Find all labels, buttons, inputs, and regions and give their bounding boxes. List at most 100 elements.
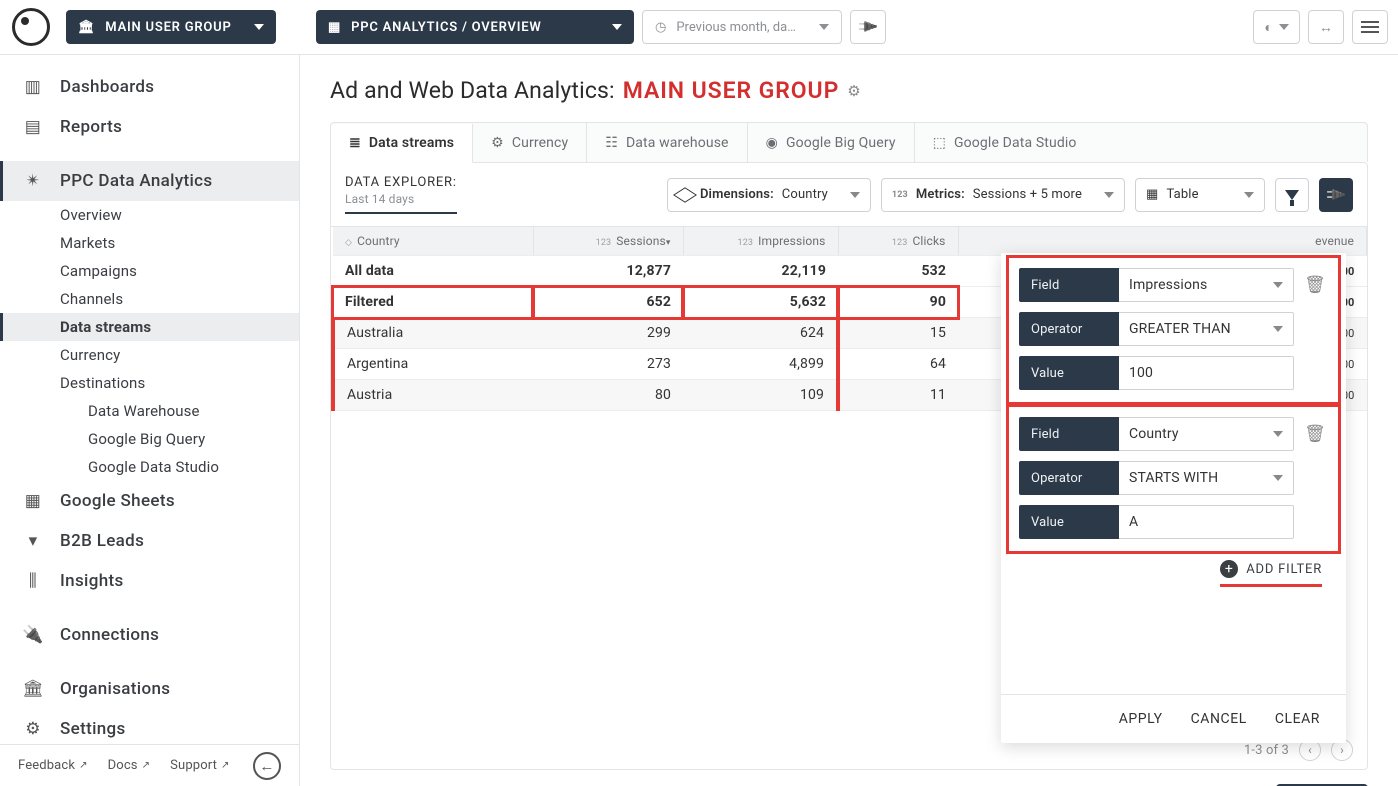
- metrics-label: Metrics:: [916, 187, 965, 202]
- bigquery-icon: ◉: [766, 135, 778, 151]
- sidebar-item-channels[interactable]: Channels: [0, 285, 299, 313]
- cell-country: Austria: [333, 380, 533, 411]
- clear-button[interactable]: CLEAR: [1275, 711, 1320, 727]
- share-button[interactable]: ↔: [1308, 10, 1344, 44]
- chart-icon: ⫼: [24, 571, 42, 591]
- collapse-sidebar-button[interactable]: ←: [253, 752, 281, 780]
- tab-currency[interactable]: ⚙ Currency: [473, 123, 587, 162]
- sidebar-item-bq[interactable]: Google Big Query: [0, 425, 299, 453]
- tab-data-studio[interactable]: ⬚ Google Data Studio: [915, 123, 1095, 162]
- tab-data-warehouse[interactable]: ☷ Data warehouse: [587, 123, 747, 162]
- page-title: Ad and Web Data Analytics: MAIN USER GRO…: [330, 77, 1368, 104]
- plug-icon: 🔌: [856, 15, 880, 39]
- filter-value-input[interactable]: A: [1119, 505, 1294, 539]
- sidebar-item-sheets[interactable]: ▦ Google Sheets: [0, 481, 299, 521]
- sidebar-footer: Feedback ↗ Docs ↗ Support ↗ ←: [0, 744, 299, 786]
- sidebar-item-dw[interactable]: Data Warehouse: [0, 397, 299, 425]
- cell-country: Filtered: [333, 287, 533, 318]
- col-country[interactable]: ◇Country: [333, 227, 533, 256]
- sidebar-label: Reports: [60, 117, 122, 137]
- filter-field-select[interactable]: Country: [1119, 417, 1294, 451]
- chevron-down-icon: [1273, 475, 1283, 481]
- funnel-icon: [1285, 190, 1299, 200]
- gear-icon[interactable]: ⚙: [847, 82, 861, 100]
- filter-button[interactable]: [1275, 178, 1309, 212]
- sidebar-item-markets[interactable]: Markets: [0, 229, 299, 257]
- plus-icon: +: [1220, 560, 1238, 578]
- report-icon: ▤: [24, 117, 42, 137]
- sidebar-item-connections[interactable]: 🔌 Connections: [0, 615, 299, 655]
- filter-popover: Field Impressions 🗑 Operator GREATER THA…: [1001, 253, 1346, 743]
- page-title-group: MAIN USER GROUP: [623, 77, 840, 104]
- sidebar-item-organisations[interactable]: 🏛 Organisations: [0, 669, 299, 709]
- filter-value-label: Value: [1019, 356, 1119, 390]
- cell-impressions: 109: [683, 380, 838, 411]
- sidebar-item-dashboards[interactable]: ▥ Dashboards: [0, 67, 299, 107]
- tab-data-streams[interactable]: ≣ Data streams: [331, 124, 473, 163]
- datastudio-icon: ⬚: [933, 135, 946, 151]
- chevron-down-icon: [850, 192, 860, 198]
- view-label: Table: [1166, 187, 1198, 202]
- chevron-down-icon: [1279, 24, 1289, 30]
- sidebar-item-b2b[interactable]: ▾ B2B Leads: [0, 521, 299, 561]
- sidebar-item-currency[interactable]: Currency: [0, 341, 299, 369]
- cell-sessions: 652: [533, 287, 683, 318]
- delete-filter-button[interactable]: 🗑: [1302, 421, 1328, 447]
- col-impressions[interactable]: 123Impressions: [683, 227, 838, 256]
- workspace-selector[interactable]: ▦ PPC ANALYTICS / OVERVIEW: [316, 10, 634, 44]
- sidebar-item-destinations[interactable]: Destinations: [0, 369, 299, 397]
- sidebar-label: PPC Data Analytics: [60, 171, 212, 191]
- docs-label: Docs: [108, 758, 138, 773]
- filter-operator-label: Operator: [1019, 461, 1119, 495]
- grid-icon: ▦: [328, 20, 341, 35]
- sidebar-item-ppc[interactable]: ✴ PPC Data Analytics: [0, 161, 299, 201]
- connector-run-button[interactable]: 🔌: [1319, 178, 1353, 212]
- external-icon: ↗: [142, 760, 151, 771]
- sidebar-item-gds[interactable]: Google Data Studio: [0, 453, 299, 481]
- cell-country: All data: [333, 256, 533, 287]
- tab-label: Data warehouse: [626, 135, 729, 151]
- gear-icon: ⚙: [24, 719, 42, 739]
- col-revenue[interactable]: evenue: [958, 227, 1367, 256]
- sidebar-item-reports[interactable]: ▤ Reports: [0, 107, 299, 147]
- date-range-selector[interactable]: ◷ Previous month, da…: [642, 10, 842, 44]
- col-sessions[interactable]: 123Sessions▾: [533, 227, 683, 256]
- sidebar-item-campaigns[interactable]: Campaigns: [0, 257, 299, 285]
- delete-filter-button[interactable]: 🗑: [1302, 272, 1328, 298]
- filter-actions: APPLY CANCEL CLEAR: [1001, 694, 1346, 743]
- feedback-link[interactable]: Feedback ↗: [18, 758, 88, 773]
- sidebar-item-insights[interactable]: ⫼ Insights: [0, 561, 299, 601]
- sidebar-item-settings[interactable]: ⚙ Settings: [0, 709, 299, 744]
- filter-operator-select[interactable]: GREATER THAN: [1119, 312, 1294, 346]
- app-logo[interactable]: [12, 8, 50, 46]
- sidebar-item-data-streams[interactable]: Data streams: [0, 313, 299, 341]
- user-group-selector[interactable]: 🏛 MAIN USER GROUP: [66, 10, 276, 44]
- cell-country: Argentina: [333, 349, 533, 380]
- filter-value-input[interactable]: 100: [1119, 356, 1294, 390]
- plug-icon: 🔌: [24, 625, 42, 645]
- metrics-selector[interactable]: 123 Metrics: Sessions + 5 more: [881, 178, 1125, 212]
- add-filter-label: ADD FILTER: [1246, 562, 1322, 577]
- support-link[interactable]: Support ↗: [170, 758, 229, 773]
- menu-button[interactable]: [1352, 10, 1388, 44]
- clock-icon: ◷: [655, 20, 666, 35]
- docs-link[interactable]: Docs ↗: [108, 758, 151, 773]
- tab-big-query[interactable]: ◉ Google Big Query: [748, 123, 915, 162]
- add-filter-button[interactable]: + ADD FILTER: [1220, 560, 1322, 587]
- building-icon: 🏛: [78, 20, 95, 35]
- plug-icon: 🔌: [1324, 183, 1348, 207]
- connector-button[interactable]: 🔌: [850, 10, 886, 44]
- filter-operator-label: Operator: [1019, 312, 1119, 346]
- metrics-value: Sessions + 5 more: [973, 187, 1082, 202]
- feedback-label: Feedback: [18, 758, 75, 773]
- dimensions-value: Country: [782, 187, 828, 202]
- theme-selector[interactable]: ◐: [1253, 10, 1300, 44]
- view-selector[interactable]: ▦ Table: [1135, 178, 1265, 212]
- cancel-button[interactable]: CANCEL: [1191, 711, 1247, 727]
- filter-field-select[interactable]: Impressions: [1119, 268, 1294, 302]
- col-clicks[interactable]: 123Clicks: [838, 227, 958, 256]
- filter-operator-select[interactable]: STARTS WITH: [1119, 461, 1294, 495]
- sidebar-item-overview[interactable]: Overview: [0, 201, 299, 229]
- apply-button[interactable]: APPLY: [1119, 711, 1163, 727]
- dimensions-selector[interactable]: Dimensions: Country: [667, 178, 871, 212]
